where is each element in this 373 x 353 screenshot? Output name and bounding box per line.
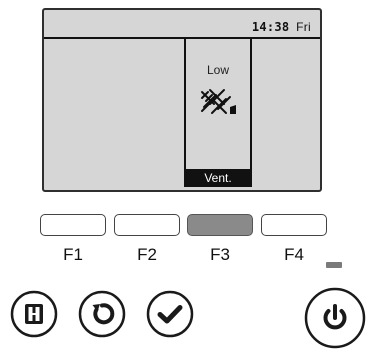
lcd-screen: 14:38 Fri Low Vent. [42,8,322,192]
f2-label: F2 [137,245,157,264]
menu-button[interactable] [10,290,58,338]
operation-lamp [326,262,342,268]
f2-key[interactable] [114,214,180,236]
f1-key[interactable] [40,214,106,236]
ventilation-label: Vent. [184,169,252,187]
header-divider [44,37,320,39]
select-button[interactable] [146,290,194,338]
menu-icon [25,304,43,324]
f3-key[interactable] [187,214,253,236]
f3-label: F3 [210,245,230,264]
ventilation-panel: Low Vent. [184,37,252,187]
f1-label: F1 [63,245,83,264]
clock-time: 14:38 [251,20,290,34]
return-button[interactable] [78,290,126,338]
clock: 14:38 Fri [252,20,311,34]
f4-label: F4 [284,245,304,264]
power-button[interactable] [304,287,366,349]
clock-day: Fri [296,20,311,34]
ventilation-level: Low [206,63,229,77]
f4-key[interactable] [261,214,327,236]
ventilation-fan-icon [201,89,236,114]
